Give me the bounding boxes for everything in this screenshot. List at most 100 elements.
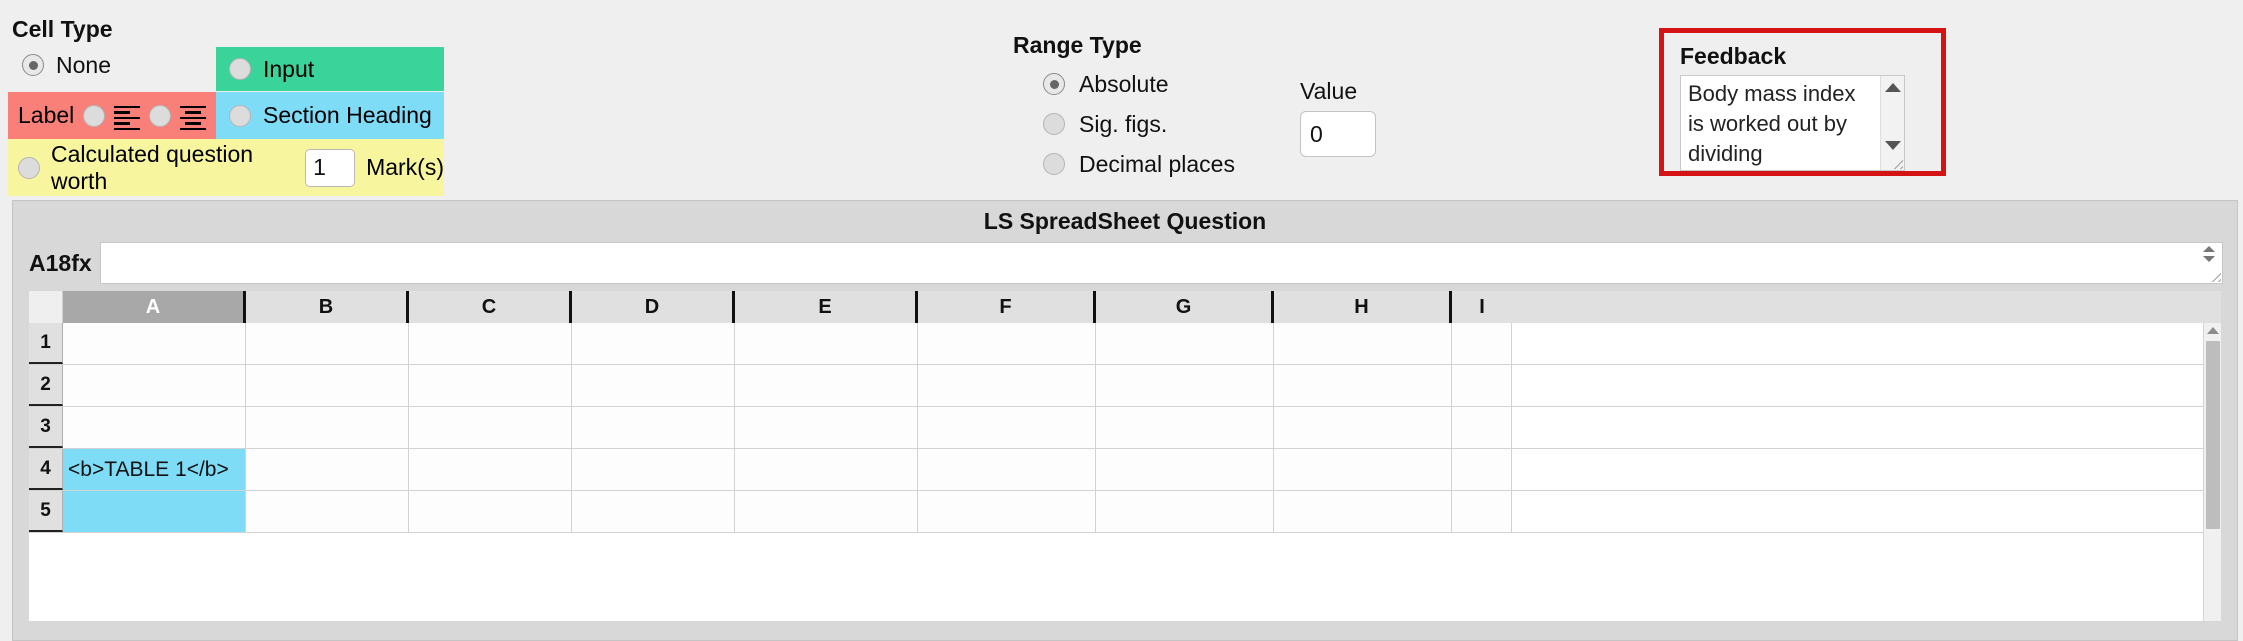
cell-h1[interactable] xyxy=(1274,323,1452,364)
cell-h5[interactable] xyxy=(1274,491,1452,532)
cell-type-calculated-option[interactable]: Calculated question worth Mark(s) xyxy=(8,139,444,196)
cell-type-section-heading-option[interactable]: Section Heading xyxy=(216,92,444,139)
feedback-textarea[interactable]: Body mass index is worked out by dividin… xyxy=(1680,75,1905,171)
cell-type-label-align-center-radio[interactable] xyxy=(149,104,172,127)
column-header-b[interactable]: B xyxy=(246,291,409,323)
range-type-sigfigs-option[interactable]: Sig. figs. xyxy=(1013,104,1235,144)
row-header-1[interactable]: 1 xyxy=(29,323,63,364)
formula-spinner-icon[interactable] xyxy=(2202,245,2220,263)
column-header-a[interactable]: A xyxy=(63,291,246,323)
cell-type-label-option[interactable]: Label xyxy=(8,92,216,139)
cell-a3[interactable] xyxy=(63,407,246,448)
range-type-decimal-radio[interactable] xyxy=(1043,153,1065,175)
range-type-sigfigs-radio[interactable] xyxy=(1043,113,1065,135)
range-type-absolute-label: Absolute xyxy=(1079,70,1169,97)
scroll-down-arrow-icon[interactable] xyxy=(1884,141,1901,150)
cell-h4[interactable] xyxy=(1274,449,1452,490)
cell-b3[interactable] xyxy=(246,407,409,448)
resize-handle-icon[interactable] xyxy=(1889,155,1903,169)
range-type-title: Range Type xyxy=(1013,32,1142,58)
grid-scroll-up-icon[interactable] xyxy=(2206,327,2219,334)
cell-g5[interactable] xyxy=(1096,491,1274,532)
grid-scroll-thumb[interactable] xyxy=(2206,341,2220,529)
cell-i2[interactable] xyxy=(1452,365,1512,406)
cell-a5[interactable] xyxy=(63,491,246,532)
cell-c3[interactable] xyxy=(409,407,572,448)
column-header-f[interactable]: F xyxy=(918,291,1096,323)
cell-d2[interactable] xyxy=(572,365,735,406)
range-type-sigfigs-label: Sig. figs. xyxy=(1079,110,1168,137)
cell-b2[interactable] xyxy=(246,365,409,406)
column-header-e[interactable]: E xyxy=(735,291,918,323)
cell-i3[interactable] xyxy=(1452,407,1512,448)
cell-g4[interactable] xyxy=(1096,449,1274,490)
formula-resize-handle-icon[interactable] xyxy=(2207,268,2221,282)
cell-i5[interactable] xyxy=(1452,491,1512,532)
marks-input[interactable] xyxy=(305,148,356,187)
cell-e1[interactable] xyxy=(735,323,918,364)
cell-reference-label: A18fx xyxy=(29,249,92,276)
cell-d4[interactable] xyxy=(572,449,735,490)
column-header-c[interactable]: C xyxy=(409,291,572,323)
cell-c4[interactable] xyxy=(409,449,572,490)
cell-b4[interactable] xyxy=(246,449,409,490)
feedback-title: Feedback xyxy=(1680,43,1787,69)
grid-vertical-scrollbar[interactable] xyxy=(2203,323,2221,621)
cell-i1[interactable] xyxy=(1452,323,1512,364)
cell-e2[interactable] xyxy=(735,365,918,406)
row-header-2[interactable]: 2 xyxy=(29,365,63,406)
cell-g2[interactable] xyxy=(1096,365,1274,406)
cell-type-none-label: None xyxy=(56,51,111,78)
cell-b5[interactable] xyxy=(246,491,409,532)
cell-f3[interactable] xyxy=(918,407,1096,448)
cell-i4[interactable] xyxy=(1452,449,1512,490)
range-value-input[interactable] xyxy=(1300,111,1376,157)
range-type-absolute-radio[interactable] xyxy=(1043,73,1065,95)
cell-type-section-heading-radio[interactable] xyxy=(229,104,251,127)
cell-a1[interactable] xyxy=(63,323,246,364)
cell-h3[interactable] xyxy=(1274,407,1452,448)
column-header-g[interactable]: G xyxy=(1096,291,1274,323)
range-type-absolute-option[interactable]: Absolute xyxy=(1013,64,1235,104)
cell-type-input-radio[interactable] xyxy=(229,58,251,80)
cell-g1[interactable] xyxy=(1096,323,1274,364)
cell-h2[interactable] xyxy=(1274,365,1452,406)
cell-c1[interactable] xyxy=(409,323,572,364)
cell-f1[interactable] xyxy=(918,323,1096,364)
cell-type-calculated-radio[interactable] xyxy=(18,156,40,179)
cell-c5[interactable] xyxy=(409,491,572,532)
formula-input[interactable] xyxy=(99,242,2223,284)
grid-corner-cell[interactable] xyxy=(29,291,63,323)
cell-type-none-option[interactable]: None xyxy=(12,52,111,79)
row-header-3[interactable]: 3 xyxy=(29,407,63,448)
cell-type-input-option[interactable]: Input xyxy=(216,47,444,91)
cell-e5[interactable] xyxy=(735,491,918,532)
column-header-i[interactable]: I xyxy=(1452,291,1512,323)
align-center-icon xyxy=(180,105,207,130)
cell-d3[interactable] xyxy=(572,407,735,448)
cell-a2[interactable] xyxy=(63,365,246,406)
range-type-decimal-label: Decimal places xyxy=(1079,150,1235,177)
cell-e4[interactable] xyxy=(735,449,918,490)
cell-f2[interactable] xyxy=(918,365,1096,406)
scroll-up-arrow-icon[interactable] xyxy=(1884,83,1901,92)
cell-f5[interactable] xyxy=(918,491,1096,532)
cell-a4[interactable]: <b>TABLE 1</b> xyxy=(63,449,246,490)
cell-type-label-align-left-radio[interactable] xyxy=(83,104,106,127)
cell-type-none-radio[interactable] xyxy=(22,54,44,76)
column-header-h[interactable]: H xyxy=(1274,291,1452,323)
spreadsheet-grid: A B C D E F G H I 1 2 3 4 <b>TABLE 1</b>… xyxy=(29,291,2221,621)
cell-d1[interactable] xyxy=(572,323,735,364)
cell-b1[interactable] xyxy=(246,323,409,364)
row-header-5[interactable]: 5 xyxy=(29,491,63,532)
spreadsheet-question-editor: Cell Type None Input Label Section Headi… xyxy=(0,0,2243,641)
cell-f4[interactable] xyxy=(918,449,1096,490)
cell-c2[interactable] xyxy=(409,365,572,406)
row-header-4[interactable]: 4 xyxy=(29,449,63,490)
feedback-panel: Feedback Body mass index is worked out b… xyxy=(1659,28,1946,176)
column-header-d[interactable]: D xyxy=(572,291,735,323)
range-type-decimal-option[interactable]: Decimal places xyxy=(1013,144,1235,184)
cell-g3[interactable] xyxy=(1096,407,1274,448)
cell-e3[interactable] xyxy=(735,407,918,448)
cell-d5[interactable] xyxy=(572,491,735,532)
